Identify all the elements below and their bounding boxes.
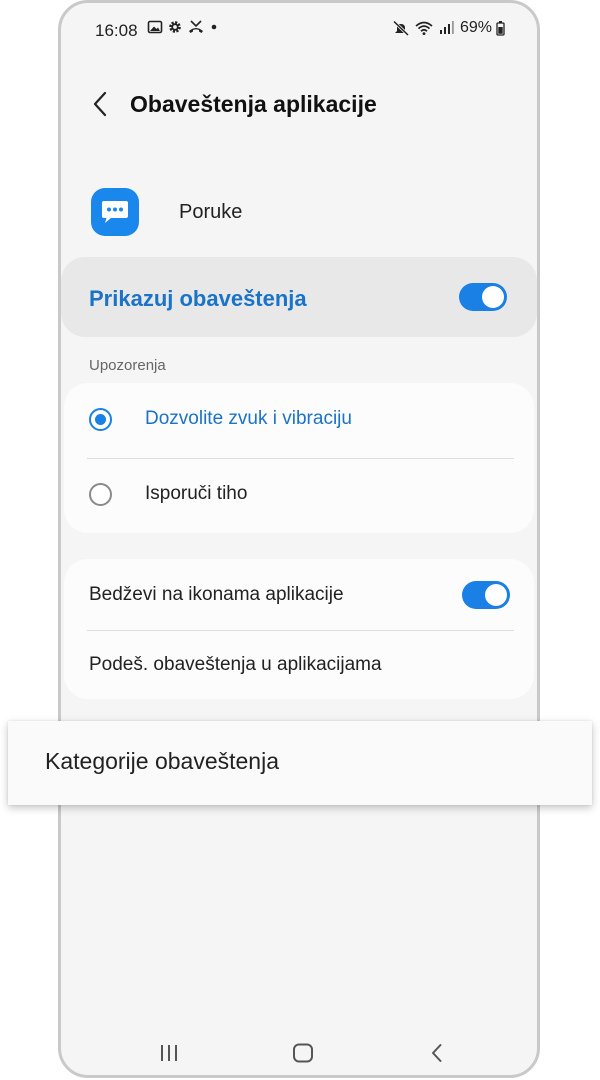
recents-icon xyxy=(161,1045,177,1061)
messages-icon xyxy=(91,188,139,236)
alert-option-label: Isporuči tiho xyxy=(145,483,248,504)
wifi-icon xyxy=(415,21,433,35)
app-bar: Obaveštenja aplikacije xyxy=(61,83,537,127)
phone-frame: 16:08 69% Obaveštenja aplikacije Poruke … xyxy=(58,0,540,1078)
recents-button[interactable] xyxy=(149,1037,189,1069)
home-icon xyxy=(293,1043,313,1063)
more-settings-card: Bedževi na ikonama aplikacije Podeš. oba… xyxy=(64,559,534,699)
status-bar: 16:08 69% xyxy=(61,17,537,43)
show-notifications-row[interactable]: Prikazuj obaveštenja xyxy=(61,257,537,337)
back-button[interactable] xyxy=(85,89,115,119)
back-icon xyxy=(432,1044,442,1062)
show-notifications-switch[interactable] xyxy=(459,283,507,311)
show-notifications-label: Prikazuj obaveštenja xyxy=(89,286,307,311)
alert-option-silent[interactable]: Isporuči tiho xyxy=(64,458,534,533)
battery-percent: 69% xyxy=(459,19,492,36)
switch-knob xyxy=(485,584,507,606)
switch-knob xyxy=(482,286,504,308)
badges-row[interactable]: Bedževi na ikonama aplikacije xyxy=(64,559,534,630)
badges-switch[interactable] xyxy=(462,581,510,609)
in-app-settings-label: Podeš. obaveštenja u aplikacijama xyxy=(89,654,382,675)
home-button[interactable] xyxy=(283,1037,323,1069)
alerts-card: Dozvolite zvuk i vibraciju Isporuči tiho xyxy=(64,383,534,533)
radio-selected[interactable] xyxy=(89,408,112,431)
status-time: 16:08 xyxy=(95,21,138,40)
navigation-bar xyxy=(61,1037,537,1073)
notification-categories-label: Kategorije obaveštenja xyxy=(45,748,279,774)
page-title: Obaveštenja aplikacije xyxy=(130,91,377,117)
dot-icon xyxy=(211,24,217,30)
notification-categories-item[interactable]: Kategorije obaveštenja xyxy=(8,721,592,805)
gallery-icon xyxy=(147,20,163,34)
settings-gear-icon xyxy=(169,21,181,33)
in-app-settings-row[interactable]: Podeš. obaveštenja u aplikacijama xyxy=(64,630,534,699)
chevron-left-icon xyxy=(93,91,107,117)
alert-option-label: Dozvolite zvuk i vibraciju xyxy=(145,408,352,429)
missed-call-icon xyxy=(189,20,203,33)
app-info-row: Poruke xyxy=(91,186,242,238)
nav-back-button[interactable] xyxy=(417,1037,457,1069)
app-name: Poruke xyxy=(179,200,243,223)
mute-icon xyxy=(392,20,410,36)
radio-unselected[interactable] xyxy=(89,483,112,506)
alert-option-sound-vibrate[interactable]: Dozvolite zvuk i vibraciju xyxy=(64,383,534,458)
battery-icon xyxy=(496,21,505,36)
signal-icon xyxy=(439,21,454,34)
system-icons: 69% xyxy=(392,19,505,37)
badges-label: Bedževi na ikonama aplikacije xyxy=(89,584,344,605)
notification-icons xyxy=(147,19,219,35)
alerts-section-label: Upozorenja xyxy=(89,357,166,374)
